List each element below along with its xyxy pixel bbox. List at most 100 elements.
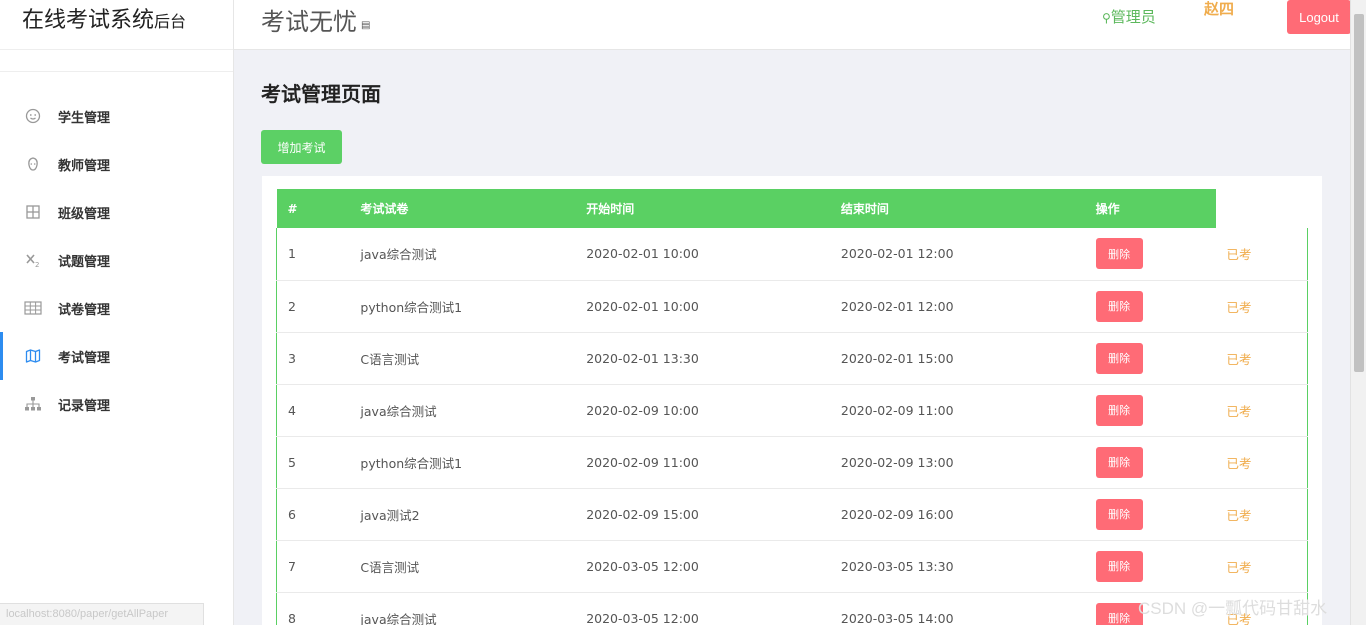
- sidebar-item-5[interactable]: 考试管理: [0, 332, 233, 380]
- table-row: 4 java综合测试 2020-02-09 10:00 2020-02-09 11:0…: [276, 384, 1308, 437]
- table-header-row: # 考试试卷 开始时间 结束时间 操作: [276, 189, 1308, 228]
- face-icon: [24, 155, 42, 173]
- cell-paper: C语言测试: [349, 540, 576, 593]
- status-taken-link[interactable]: 已考: [1227, 300, 1252, 315]
- brand-title: 在线考试系统: [22, 8, 155, 33]
- scrollbar-thumb[interactable]: [1354, 14, 1364, 372]
- cell-status: 已考: [1215, 228, 1308, 281]
- table-row: 7 C语言测试 2020-03-05 12:00 2020-03-05 13:30 删除…: [276, 540, 1308, 593]
- sidebar-menu: 学生管理教师管理班级管理 2 试题管理试卷管理考试管理记录管理: [0, 92, 233, 428]
- cell-id: 7: [276, 540, 350, 593]
- sidebar-item-4[interactable]: 试卷管理: [0, 284, 233, 332]
- sidebar-divider: [0, 50, 233, 72]
- role-link[interactable]: ⚲管理员: [1102, 6, 1156, 27]
- cell-status: 已考: [1215, 540, 1308, 593]
- status-taken-link[interactable]: 已考: [1227, 352, 1252, 367]
- column-header-start: 开始时间: [575, 189, 830, 228]
- cell-paper: java综合测试: [349, 228, 576, 281]
- flag-icon: ▤: [361, 20, 371, 31]
- sidebar-item-label: 考试管理: [58, 350, 111, 366]
- cell-id: 4: [276, 384, 350, 437]
- delete-button[interactable]: 删除: [1095, 342, 1143, 374]
- page-scrollbar[interactable]: [1350, 0, 1366, 625]
- cell-start-time: 2020-02-01 10:00: [575, 228, 830, 281]
- cell-actions: 删除: [1084, 436, 1216, 489]
- sidebar-item-1[interactable]: 教师管理: [0, 140, 233, 188]
- cell-paper: java综合测试: [349, 384, 576, 437]
- cell-status: 已考: [1215, 488, 1308, 541]
- table-row: 5 python综合测试1 2020-02-09 11:00 2020-02-09 1…: [276, 436, 1308, 489]
- sidebar-item-0[interactable]: 学生管理: [0, 92, 233, 140]
- cell-actions: 删除: [1084, 228, 1216, 281]
- delete-button[interactable]: 删除: [1095, 550, 1143, 582]
- sidebar-item-3[interactable]: 2 试题管理: [0, 236, 233, 284]
- sidebar-item-label: 记录管理: [58, 398, 111, 414]
- column-header-blank: [1215, 189, 1308, 228]
- add-exam-button[interactable]: 增加考试: [261, 130, 342, 164]
- column-header-paper: 考试试卷: [349, 189, 576, 228]
- status-url: localhost:8080/paper/getAllPaper: [0, 603, 204, 625]
- cell-start-time: 2020-02-01 13:30: [575, 332, 830, 385]
- cell-actions: 删除: [1084, 280, 1216, 333]
- cell-start-time: 2020-02-09 15:00: [575, 488, 830, 541]
- cell-start-time: 2020-03-05 12:00: [575, 540, 830, 593]
- cell-start-time: 2020-03-05 12:00: [575, 592, 830, 625]
- cell-end-time: 2020-02-09 13:00: [829, 436, 1085, 489]
- cell-end-time: 2020-03-05 14:00: [829, 592, 1085, 625]
- cell-actions: 删除: [1084, 332, 1216, 385]
- exam-table-card: # 考试试卷 开始时间 结束时间 操作 1 java综合测试 2020-02-01 …: [262, 176, 1322, 625]
- cell-start-time: 2020-02-09 10:00: [575, 384, 830, 437]
- column-header-actions: 操作: [1084, 189, 1216, 228]
- table-row: 3 C语言测试 2020-02-01 13:30 2020-02-01 15:00 删除…: [276, 332, 1308, 385]
- sidebar-item-label: 教师管理: [58, 158, 111, 174]
- cell-id: 1: [276, 228, 350, 281]
- cell-actions: 删除: [1084, 540, 1216, 593]
- sidebar-item-label: 学生管理: [58, 110, 111, 126]
- site-title: 考试无忧 ▤: [261, 2, 370, 37]
- delete-button[interactable]: 删除: [1095, 446, 1143, 478]
- cell-paper: python综合测试1: [349, 436, 576, 489]
- delete-button[interactable]: 删除: [1095, 290, 1143, 322]
- watermark: CSDN @一瓢代码甘甜水: [1138, 599, 1328, 618]
- sidebar-item-2[interactable]: 班级管理: [0, 188, 233, 236]
- role-label: 管理员: [1110, 8, 1156, 26]
- status-taken-link[interactable]: 已考: [1227, 247, 1252, 262]
- cell-id: 6: [276, 488, 350, 541]
- table-row: 6 java测试2 2020-02-09 15:00 2020-02-09 16:00…: [276, 488, 1308, 541]
- cell-id: 3: [276, 332, 350, 385]
- cell-end-time: 2020-02-01 15:00: [829, 332, 1085, 385]
- cell-actions: 删除: [1084, 384, 1216, 437]
- cell-id: 5: [276, 436, 350, 489]
- cell-status: 已考: [1215, 436, 1308, 489]
- cell-end-time: 2020-02-01 12:00: [829, 280, 1085, 333]
- cell-paper: java测试2: [349, 488, 576, 541]
- status-taken-link[interactable]: 已考: [1227, 456, 1252, 471]
- status-taken-link[interactable]: 已考: [1227, 560, 1252, 575]
- sitemap-icon: [24, 395, 42, 413]
- cell-id: 2: [276, 280, 350, 333]
- cell-paper: C语言测试: [349, 332, 576, 385]
- cell-status: 已考: [1215, 384, 1308, 437]
- logout-button[interactable]: Logout: [1287, 0, 1351, 34]
- username[interactable]: 赵四: [1204, 0, 1234, 19]
- table-row: 2 python综合测试1 2020-02-01 10:00 2020-02-01 1…: [276, 280, 1308, 333]
- cell-end-time: 2020-03-05 13:30: [829, 540, 1085, 593]
- map-icon: [24, 347, 42, 365]
- cell-actions: 删除: [1084, 488, 1216, 541]
- sidebar-item-6[interactable]: 记录管理: [0, 380, 233, 428]
- column-header-end: 结束时间: [829, 189, 1085, 228]
- subscript-icon: 2: [24, 251, 42, 269]
- cell-end-time: 2020-02-09 16:00: [829, 488, 1085, 541]
- delete-button[interactable]: 删除: [1095, 394, 1143, 426]
- svg-text:2: 2: [35, 261, 39, 268]
- top-header: 考试无忧 ▤ ⚲管理员 赵四 Logout: [234, 0, 1351, 50]
- cell-id: 8: [276, 592, 350, 625]
- delete-button[interactable]: 删除: [1095, 602, 1143, 625]
- cell-status: 已考: [1215, 280, 1308, 333]
- sidebar-item-label: 试卷管理: [58, 302, 111, 318]
- status-taken-link[interactable]: 已考: [1227, 404, 1252, 419]
- delete-button[interactable]: 删除: [1095, 238, 1143, 270]
- status-taken-link[interactable]: 已考: [1227, 508, 1252, 523]
- delete-button[interactable]: 删除: [1095, 498, 1143, 530]
- column-header-id: #: [276, 189, 350, 228]
